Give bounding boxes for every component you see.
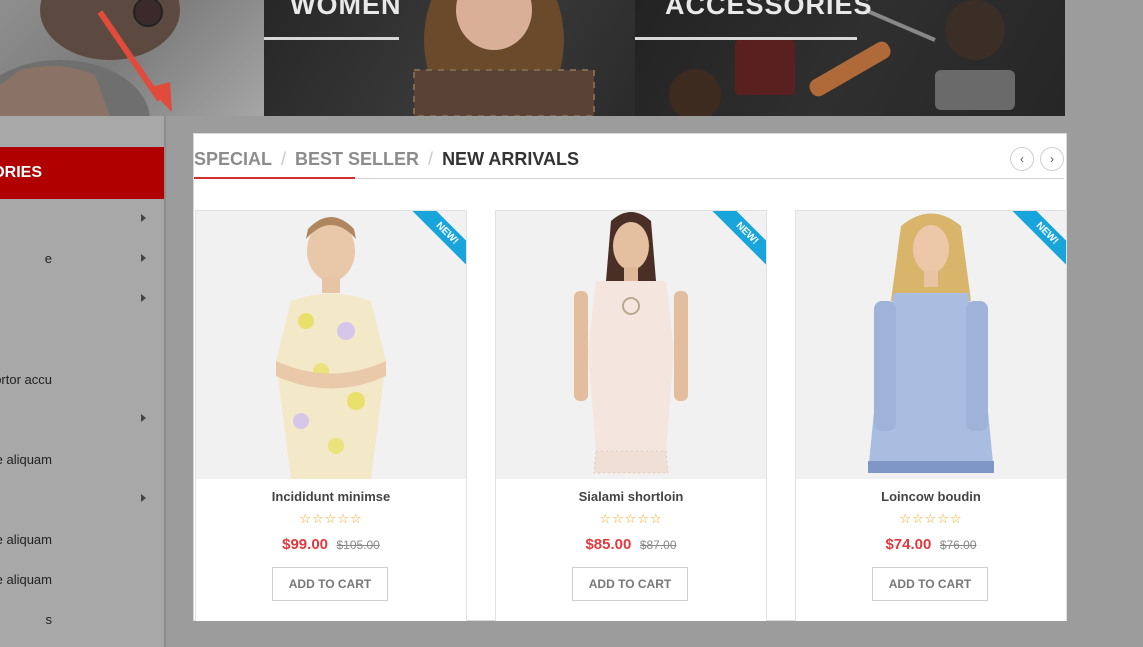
- caret-right-icon: [141, 214, 146, 222]
- banner-women-underline: [264, 37, 399, 40]
- sidebar-item-label: e: [44, 251, 52, 266]
- tab-best-seller[interactable]: BEST SELLER: [295, 149, 419, 170]
- category-banner: WOMEN ACCESSORIES: [0, 0, 1065, 116]
- product-image[interactable]: NEW!: [496, 211, 766, 479]
- product-card[interactable]: NEW! Incididunt minimse ☆☆☆☆☆ $99.00 $10…: [195, 210, 467, 621]
- tabs-active-indicator: [194, 177, 355, 179]
- tab-special[interactable]: SPECIAL: [194, 149, 272, 170]
- product-price: $74.00 $76.00: [796, 536, 1066, 554]
- carousel-next-button[interactable]: ›: [1040, 147, 1064, 171]
- tab-new-arrivals[interactable]: NEW ARRIVALS: [442, 149, 579, 170]
- sidebar-item-label: e aliquam: [0, 452, 52, 467]
- price-current: $85.00: [585, 536, 632, 553]
- sidebar-item-10[interactable]: s: [0, 608, 160, 632]
- price-current: $99.00: [282, 536, 329, 553]
- categories-sidebar: ORIES e ortor accu e aliquam e aliquam e…: [0, 116, 166, 647]
- banner-accessories[interactable]: ACCESSORIES: [635, 0, 1065, 116]
- products-panel: SPECIAL / BEST SELLER / NEW ARRIVALS ‹ ›…: [193, 133, 1067, 621]
- sidebar-item-label: s: [45, 612, 53, 627]
- sidebar-item-8[interactable]: e aliquam: [0, 528, 160, 552]
- product-card[interactable]: NEW! Sialami shortloin ☆☆☆☆☆ $85.00 $87.…: [495, 210, 767, 621]
- categories-header: ORIES: [0, 147, 164, 199]
- caret-right-icon: [141, 414, 146, 422]
- add-to-cart-button[interactable]: ADD TO CART: [272, 567, 388, 601]
- new-badge: NEW!: [1010, 211, 1066, 267]
- product-tabs: SPECIAL / BEST SELLER / NEW ARRIVALS: [194, 147, 579, 171]
- add-to-cart-button[interactable]: ADD TO CART: [872, 567, 988, 601]
- sidebar-item-1[interactable]: [0, 207, 160, 231]
- product-price: $85.00 $87.00: [496, 536, 766, 554]
- product-card[interactable]: NEW! Loincow boudin ☆☆☆☆☆ $74.00 $76.00 …: [795, 210, 1067, 621]
- caret-right-icon: [141, 254, 146, 262]
- star-rating-icon: ☆☆☆☆☆: [299, 511, 363, 526]
- banner-men-image[interactable]: [0, 0, 264, 116]
- chevron-left-icon: ‹: [1020, 152, 1024, 166]
- new-badge-label: NEW!: [410, 211, 466, 267]
- product-image[interactable]: NEW!: [796, 211, 1066, 479]
- tab-separator: /: [281, 148, 287, 169]
- sidebar-item-3[interactable]: [0, 287, 160, 311]
- new-badge-label: NEW!: [1010, 211, 1066, 267]
- new-badge: NEW!: [710, 211, 766, 267]
- man-photo-icon: [0, 0, 180, 116]
- price-old: $87.00: [639, 538, 677, 552]
- sidebar-item-label: e aliquam: [0, 572, 52, 587]
- sidebar-item-5[interactable]: [0, 407, 160, 431]
- categories-header-label: ORIES: [0, 164, 42, 181]
- price-current: $74.00: [885, 536, 932, 553]
- product-price: $99.00 $105.00: [196, 536, 466, 554]
- caret-right-icon: [141, 294, 146, 302]
- banner-women[interactable]: WOMEN: [264, 0, 635, 116]
- product-name[interactable]: Incididunt minimse: [196, 489, 466, 504]
- price-old: $105.00: [336, 538, 380, 552]
- sidebar-item-label: ortor accu: [0, 372, 52, 387]
- add-to-cart-button[interactable]: ADD TO CART: [572, 567, 688, 601]
- product-image[interactable]: NEW!: [196, 211, 466, 479]
- sidebar-item-2[interactable]: e: [0, 247, 160, 271]
- sidebar-item-label: e aliquam: [0, 532, 52, 547]
- star-rating-icon: ☆☆☆☆☆: [899, 511, 963, 526]
- product-name[interactable]: Sialami shortloin: [496, 489, 766, 504]
- sidebar-item-7[interactable]: [0, 487, 160, 511]
- carousel-prev-button[interactable]: ‹: [1010, 147, 1034, 171]
- banner-women-title[interactable]: WOMEN: [290, 0, 401, 21]
- new-badge: NEW!: [410, 211, 466, 267]
- sidebar-item-6[interactable]: e aliquam: [0, 448, 160, 472]
- tab-separator: /: [428, 148, 434, 169]
- new-badge-label: NEW!: [710, 211, 766, 267]
- sidebar-item-9[interactable]: e aliquam: [0, 568, 160, 592]
- chevron-right-icon: ›: [1050, 152, 1054, 166]
- banner-accessories-underline: [635, 37, 857, 40]
- sidebar-item-4[interactable]: ortor accu: [0, 368, 160, 392]
- banner-accessories-title[interactable]: ACCESSORIES: [665, 0, 873, 21]
- star-rating-icon: ☆☆☆☆☆: [599, 511, 663, 526]
- price-old: $76.00: [939, 538, 977, 552]
- product-name[interactable]: Loincow boudin: [796, 489, 1066, 504]
- caret-right-icon: [141, 494, 146, 502]
